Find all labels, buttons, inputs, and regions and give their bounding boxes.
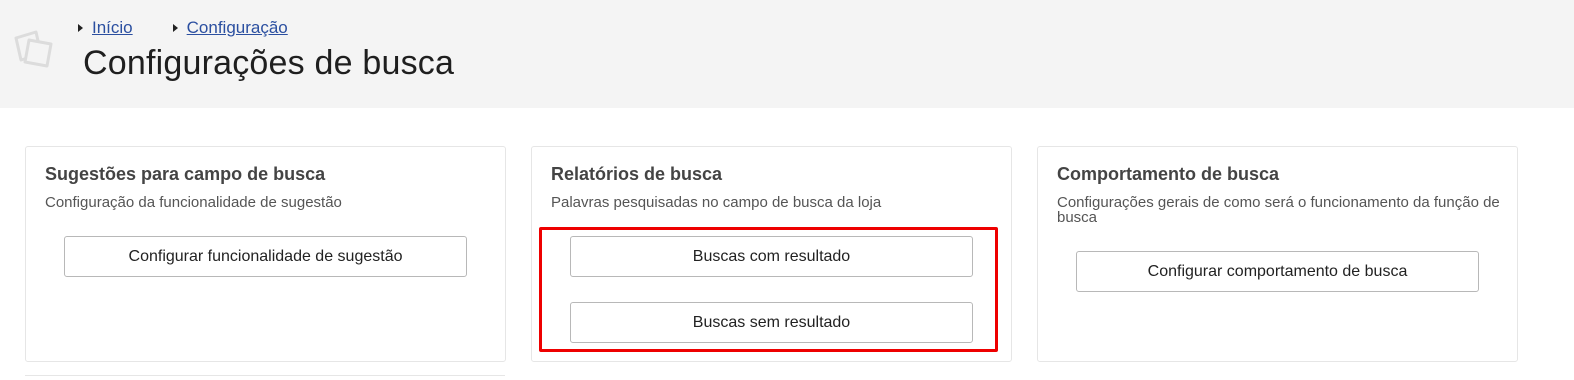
configure-suggestion-button[interactable]: Configurar funcionalidade de sugestão <box>64 236 467 277</box>
searches-with-results-button[interactable]: Buscas com resultado <box>570 236 973 277</box>
breadcrumb-item-configuracao: Configuração <box>172 18 288 38</box>
card-search-suggestions: Sugestões para campo de busca Configuraç… <box>25 146 506 362</box>
configure-behavior-button[interactable]: Configurar comportamento de busca <box>1076 251 1479 292</box>
next-card-edge <box>25 375 505 380</box>
card-search-behavior: Comportamento de busca Configurações ger… <box>1037 146 1518 362</box>
card-title: Sugestões para campo de busca <box>45 164 326 184</box>
card-title: Relatórios de busca <box>551 164 723 184</box>
breadcrumb-link-configuracao[interactable]: Configuração <box>187 18 288 38</box>
card-description: Configuração da funcionalidade de sugest… <box>45 194 342 211</box>
page-title: Configurações de busca <box>83 44 455 82</box>
card-search-reports: Relatórios de busca Palavras pesquisadas… <box>531 146 1012 362</box>
breadcrumb: Início Configuração <box>78 18 328 38</box>
card-description: Configurações gerais de como será o func… <box>1057 194 1500 226</box>
caret-right-icon <box>172 24 178 32</box>
card-description: Palavras pesquisadas no campo de busca d… <box>551 194 882 211</box>
page-header: Início Configuração Configurações de bus… <box>0 0 1574 108</box>
searches-without-results-button[interactable]: Buscas sem resultado <box>570 302 973 343</box>
card-title: Comportamento de busca <box>1057 164 1280 184</box>
caret-right-icon <box>78 24 83 32</box>
breadcrumb-link-inicio[interactable]: Início <box>92 18 133 38</box>
documents-icon <box>14 30 53 68</box>
breadcrumb-item-inicio: Início <box>78 18 133 38</box>
